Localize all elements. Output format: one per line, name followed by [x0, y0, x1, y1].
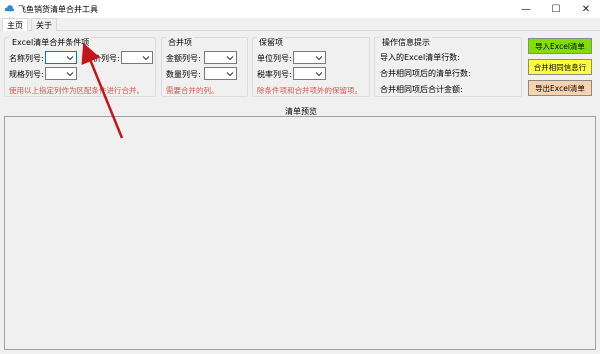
tab-home[interactable]: 主页: [2, 18, 28, 31]
export-excel-button[interactable]: 导出Excel清单: [528, 80, 592, 96]
minimize-icon: —: [521, 3, 531, 15]
app-cloud-icon: [4, 5, 15, 12]
conditions-hint: 使用以上指定列作为区配条件进行合并。: [9, 86, 144, 95]
chevron-down-icon: [315, 56, 323, 61]
name-column-label: 名称列号:: [9, 54, 44, 63]
import-excel-button[interactable]: 导入Excel清单: [528, 38, 592, 54]
tax-column-label: 税率列号:: [257, 70, 292, 79]
merged-rows-label: 合并相同项后的清单行数:: [380, 69, 471, 78]
info-group-title: 操作信息提示: [380, 37, 432, 48]
minimize-button[interactable]: —: [512, 0, 540, 18]
maximize-icon: ☐: [551, 3, 561, 15]
merge-hint: 需要合并的列。: [166, 86, 219, 95]
close-button[interactable]: ✕: [572, 0, 600, 18]
name-column-select[interactable]: [45, 51, 77, 64]
maximize-button[interactable]: ☐: [542, 0, 570, 18]
spec-column-select[interactable]: [45, 67, 77, 80]
conditions-group-title: Excel清单合并条件项: [10, 37, 92, 48]
unit-column-select[interactable]: [293, 51, 326, 64]
chevron-down-icon: [226, 56, 234, 61]
chevron-down-icon: [66, 56, 74, 61]
unit-column-label: 单位列号:: [257, 54, 292, 63]
window-title: 飞鱼销货清单合并工具: [18, 5, 98, 14]
spec-column-label: 规格列号:: [9, 70, 44, 79]
amount-column-select[interactable]: [204, 51, 237, 64]
chevron-down-icon: [66, 72, 74, 77]
merge-rows-button[interactable]: 合并相同信息行: [528, 59, 592, 75]
close-icon: ✕: [581, 3, 591, 15]
tax-column-select[interactable]: [293, 67, 326, 80]
tab-bar: 主页 关于: [0, 18, 600, 31]
merge-group-title: 合并项: [166, 37, 194, 48]
quantity-column-label: 数量列号:: [166, 70, 201, 79]
keep-hint: 除条件项和合并项外的保留项。: [257, 86, 362, 95]
quantity-column-select[interactable]: [204, 67, 237, 80]
keep-group-title: 保留项: [257, 37, 285, 48]
amount-column-label: 金额列号:: [166, 54, 201, 63]
chevron-down-icon: [315, 72, 323, 77]
tab-about[interactable]: 关于: [31, 18, 57, 31]
preview-grid[interactable]: [4, 116, 596, 350]
imported-rows-label: 导入的Excel清单行数:: [380, 53, 460, 62]
title-bar: 飞鱼销货清单合并工具 — ☐ ✕: [0, 0, 600, 18]
chevron-down-icon: [142, 56, 150, 61]
price-column-label: 单价列号:: [85, 54, 120, 63]
chevron-down-icon: [226, 72, 234, 77]
merged-total-label: 合并相同项后合计金额:: [380, 85, 463, 94]
price-column-select[interactable]: [121, 51, 153, 64]
